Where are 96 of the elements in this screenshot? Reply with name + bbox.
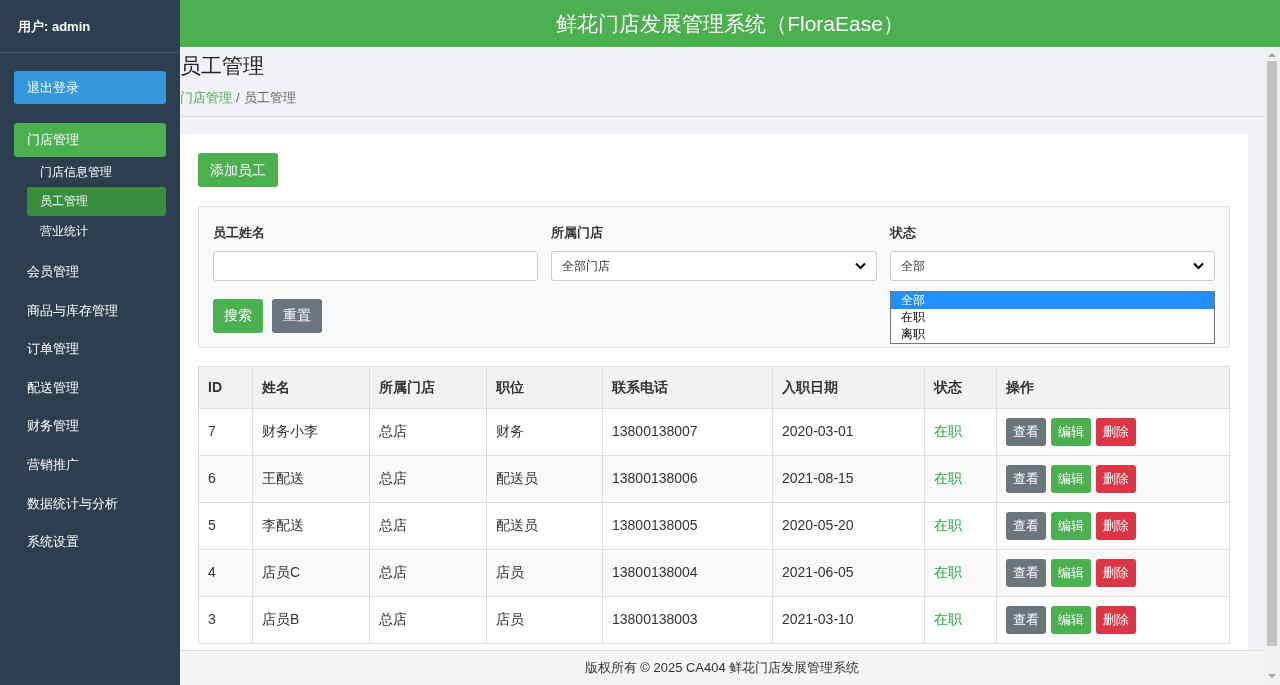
scrollbar[interactable] [1264, 47, 1280, 685]
field-label: 状态 [889, 224, 917, 242]
nav-subitem[interactable]: 门店信息管理 [27, 157, 166, 187]
table-cell: 配送员 [486, 455, 603, 502]
view-button[interactable]: 查看 [1006, 417, 1046, 446]
app-title: 鲜花门店发展管理系统（FloraEase） [556, 10, 904, 37]
page-title: 员工管理 [180, 53, 265, 79]
view-button[interactable]: 查看 [1006, 511, 1046, 540]
status-cell: 在职 [924, 502, 997, 549]
copyright-text: 版权所有 © 2025 CA404 鲜花门店发展管理系统 [584, 659, 860, 678]
table-cell: 13800138004 [602, 549, 773, 596]
nav-item[interactable]: 配送管理 [14, 368, 166, 407]
table-cell: 总店 [369, 455, 487, 502]
view-button[interactable]: 查看 [1006, 558, 1046, 587]
status-cell: 在职 [924, 549, 997, 596]
edit-button[interactable]: 编辑 [1051, 605, 1091, 634]
logout-button[interactable]: 退出登录 [14, 71, 166, 104]
field-label: 所属门店 [551, 224, 605, 242]
table-cell: 13800138003 [602, 596, 773, 643]
edit-button[interactable]: 编辑 [1051, 464, 1091, 493]
breadcrumb-link[interactable]: 门店管理 [180, 88, 232, 108]
table-cell: 总店 [369, 549, 487, 596]
status-cell: 在职 [924, 596, 997, 643]
status-select[interactable]: 全部 [889, 250, 1215, 281]
edit-button[interactable]: 编辑 [1051, 558, 1091, 587]
edit-button[interactable]: 编辑 [1051, 511, 1091, 540]
breadcrumb-separator: / [236, 89, 240, 107]
nav-subitem[interactable]: 营业统计 [27, 216, 166, 246]
delete-button[interactable]: 删除 [1096, 511, 1136, 540]
store-select[interactable]: 全部门店 [551, 250, 877, 281]
table-cell: 13800138005 [602, 502, 773, 549]
nav-item[interactable]: 系统设置 [14, 522, 166, 562]
name-input-field[interactable] [213, 250, 539, 281]
table-cell: 总店 [369, 596, 487, 643]
table-cell: 4 [198, 549, 253, 596]
dropdown-option[interactable]: 在职 [890, 309, 1214, 326]
table-cell: 配送员 [486, 502, 603, 549]
chevron-down-icon [1193, 261, 1204, 270]
table-cell: 6 [198, 455, 253, 502]
nav-item[interactable]: 数据统计与分析 [14, 484, 166, 523]
table-cell: 13800138007 [602, 408, 773, 455]
table-cell: 店员 [486, 596, 603, 643]
table-cell: 店员C [252, 549, 370, 596]
nav-item[interactable]: 商品与库存管理 [14, 291, 166, 330]
column-header: 所属门店 [369, 366, 487, 408]
table-cell: 总店 [369, 408, 487, 455]
table-cell: 2021-03-10 [772, 596, 925, 643]
field-label: 员工姓名 [213, 224, 266, 242]
delete-button[interactable]: 删除 [1096, 605, 1136, 634]
table-cell: 店员 [486, 549, 603, 596]
table-cell: 财务小李 [252, 408, 370, 455]
nav-item[interactable]: 营销推广 [14, 445, 166, 485]
delete-button[interactable]: 删除 [1096, 464, 1136, 493]
column-header: 姓名 [252, 366, 370, 408]
table-cell: 2020-03-01 [772, 408, 925, 455]
column-header: 入职日期 [772, 366, 925, 408]
table-cell: 5 [198, 502, 253, 549]
column-header: 联系电话 [602, 366, 773, 408]
view-button[interactable]: 查看 [1006, 605, 1046, 634]
column-header: 状态 [924, 366, 997, 408]
nav-item[interactable]: 会员管理 [14, 252, 166, 292]
nav-item[interactable]: 财务管理 [14, 406, 166, 446]
table-cell: 7 [198, 408, 253, 455]
nav-subitem[interactable]: 员工管理 [27, 186, 166, 216]
scroll-up-icon[interactable] [1268, 52, 1276, 58]
user-label: 用户: admin [18, 18, 91, 37]
status-cell: 在职 [924, 455, 997, 502]
dropdown-option[interactable]: 离职 [890, 326, 1214, 343]
column-header: 操作 [996, 366, 1230, 408]
delete-button[interactable]: 删除 [1096, 558, 1136, 587]
table-cell: 2021-08-15 [772, 455, 925, 502]
table-cell: 2021-06-05 [772, 549, 925, 596]
table-cell: 店员B [252, 596, 370, 643]
reset-button[interactable]: 重置 [272, 298, 322, 333]
nav-item[interactable]: 门店管理 [14, 123, 166, 157]
dropdown-option[interactable]: 全部 [890, 292, 1214, 309]
delete-button[interactable]: 删除 [1096, 417, 1136, 446]
table-cell: 2020-05-20 [772, 502, 925, 549]
add-employee-button[interactable]: 添加员工 [198, 153, 278, 187]
table-cell: 总店 [369, 502, 487, 549]
table-cell: 财务 [486, 408, 603, 455]
nav-item[interactable]: 订单管理 [14, 329, 166, 369]
breadcrumb-current: 员工管理 [243, 89, 296, 107]
table-cell: 3 [198, 596, 253, 643]
view-button[interactable]: 查看 [1006, 464, 1046, 493]
table-cell: 李配送 [252, 502, 370, 549]
scrollbar-thumb[interactable] [1267, 61, 1277, 646]
search-button[interactable]: 搜索 [213, 298, 263, 333]
status-cell: 在职 [924, 408, 997, 455]
column-header: ID [198, 366, 253, 408]
column-header: 职位 [486, 366, 603, 408]
chevron-down-icon [854, 261, 866, 270]
scroll-down-icon[interactable] [1268, 673, 1276, 679]
edit-button[interactable]: 编辑 [1051, 417, 1091, 446]
table-cell: 王配送 [252, 455, 370, 502]
table-cell: 13800138006 [602, 455, 773, 502]
